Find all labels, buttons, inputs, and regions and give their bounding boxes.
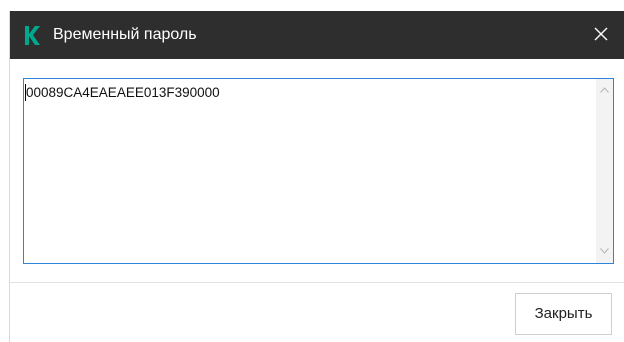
- temporary-password-dialog: Временный пароль 00089CA4EAEAEE013F39000…: [9, 11, 624, 342]
- close-button[interactable]: Закрыть: [515, 293, 612, 335]
- scroll-up-button[interactable]: [596, 82, 613, 99]
- dialog-titlebar: Временный пароль: [10, 11, 624, 59]
- vertical-scrollbar[interactable]: [596, 79, 613, 263]
- footer-divider: [10, 282, 624, 283]
- chevron-down-icon: [600, 248, 609, 254]
- password-value: 00089CA4EAEAEE013F390000: [26, 85, 220, 100]
- scroll-down-button[interactable]: [596, 243, 613, 260]
- dialog-title: Временный пароль: [53, 26, 197, 43]
- chevron-up-icon: [600, 87, 609, 93]
- close-icon: [594, 27, 608, 41]
- kaspersky-logo-icon: [19, 20, 43, 50]
- temporary-password-textarea[interactable]: 00089CA4EAEAEE013F390000: [23, 78, 614, 264]
- titlebar-close-button[interactable]: [577, 11, 624, 59]
